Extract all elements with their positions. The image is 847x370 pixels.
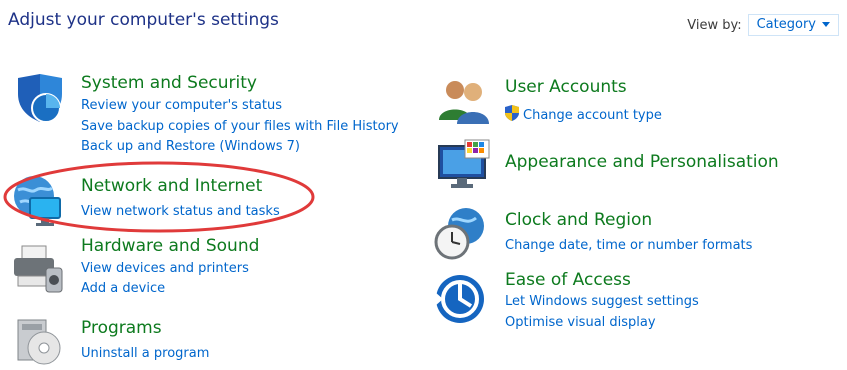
page-title: Adjust your computer's settings [8, 10, 279, 30]
monitor-palette-icon [438, 139, 490, 188]
category-link[interactable]: View devices and printers [81, 261, 249, 276]
shield-icon [18, 74, 62, 123]
users-icon [439, 81, 489, 124]
category-title[interactable]: Network and Internet [81, 176, 262, 196]
programs-disc-icon [17, 319, 61, 365]
view-by-value: Category [756, 17, 816, 32]
category-link[interactable]: Save backup copies of your files with Fi… [81, 119, 399, 134]
view-by: View by: Category [687, 14, 839, 36]
view-by-dropdown[interactable]: Category [747, 14, 839, 36]
category-title[interactable]: Appearance and Personalisation [505, 152, 779, 172]
category-link[interactable]: Optimise visual display [505, 315, 656, 330]
ease-of-access-icon [435, 275, 484, 323]
category-link[interactable]: Review your computer's status [81, 98, 282, 113]
category-link[interactable]: Change account type [505, 105, 662, 123]
chevron-down-icon [822, 22, 830, 27]
category-link[interactable]: Change date, time or number formats [505, 238, 752, 253]
category-title[interactable]: Programs [81, 318, 162, 338]
category-title[interactable]: Hardware and Sound [81, 236, 259, 256]
category-link-label: Change account type [523, 108, 662, 123]
category-link[interactable]: View network status and tasks [81, 204, 280, 219]
category-link[interactable]: Back up and Restore (Windows 7) [81, 139, 300, 154]
network-globe-icon [14, 176, 61, 226]
category-title[interactable]: Ease of Access [505, 270, 631, 290]
printer-icon [14, 245, 63, 293]
category-title[interactable]: Clock and Region [505, 210, 652, 230]
category-link[interactable]: Uninstall a program [81, 346, 209, 361]
category-link[interactable]: Add a device [81, 281, 165, 296]
uac-shield-icon [505, 105, 519, 121]
clock-globe-icon [434, 208, 484, 260]
category-link[interactable]: Let Windows suggest settings [505, 294, 699, 309]
view-by-label: View by: [687, 17, 742, 33]
category-title[interactable]: System and Security [81, 73, 257, 93]
category-title[interactable]: User Accounts [505, 77, 627, 97]
